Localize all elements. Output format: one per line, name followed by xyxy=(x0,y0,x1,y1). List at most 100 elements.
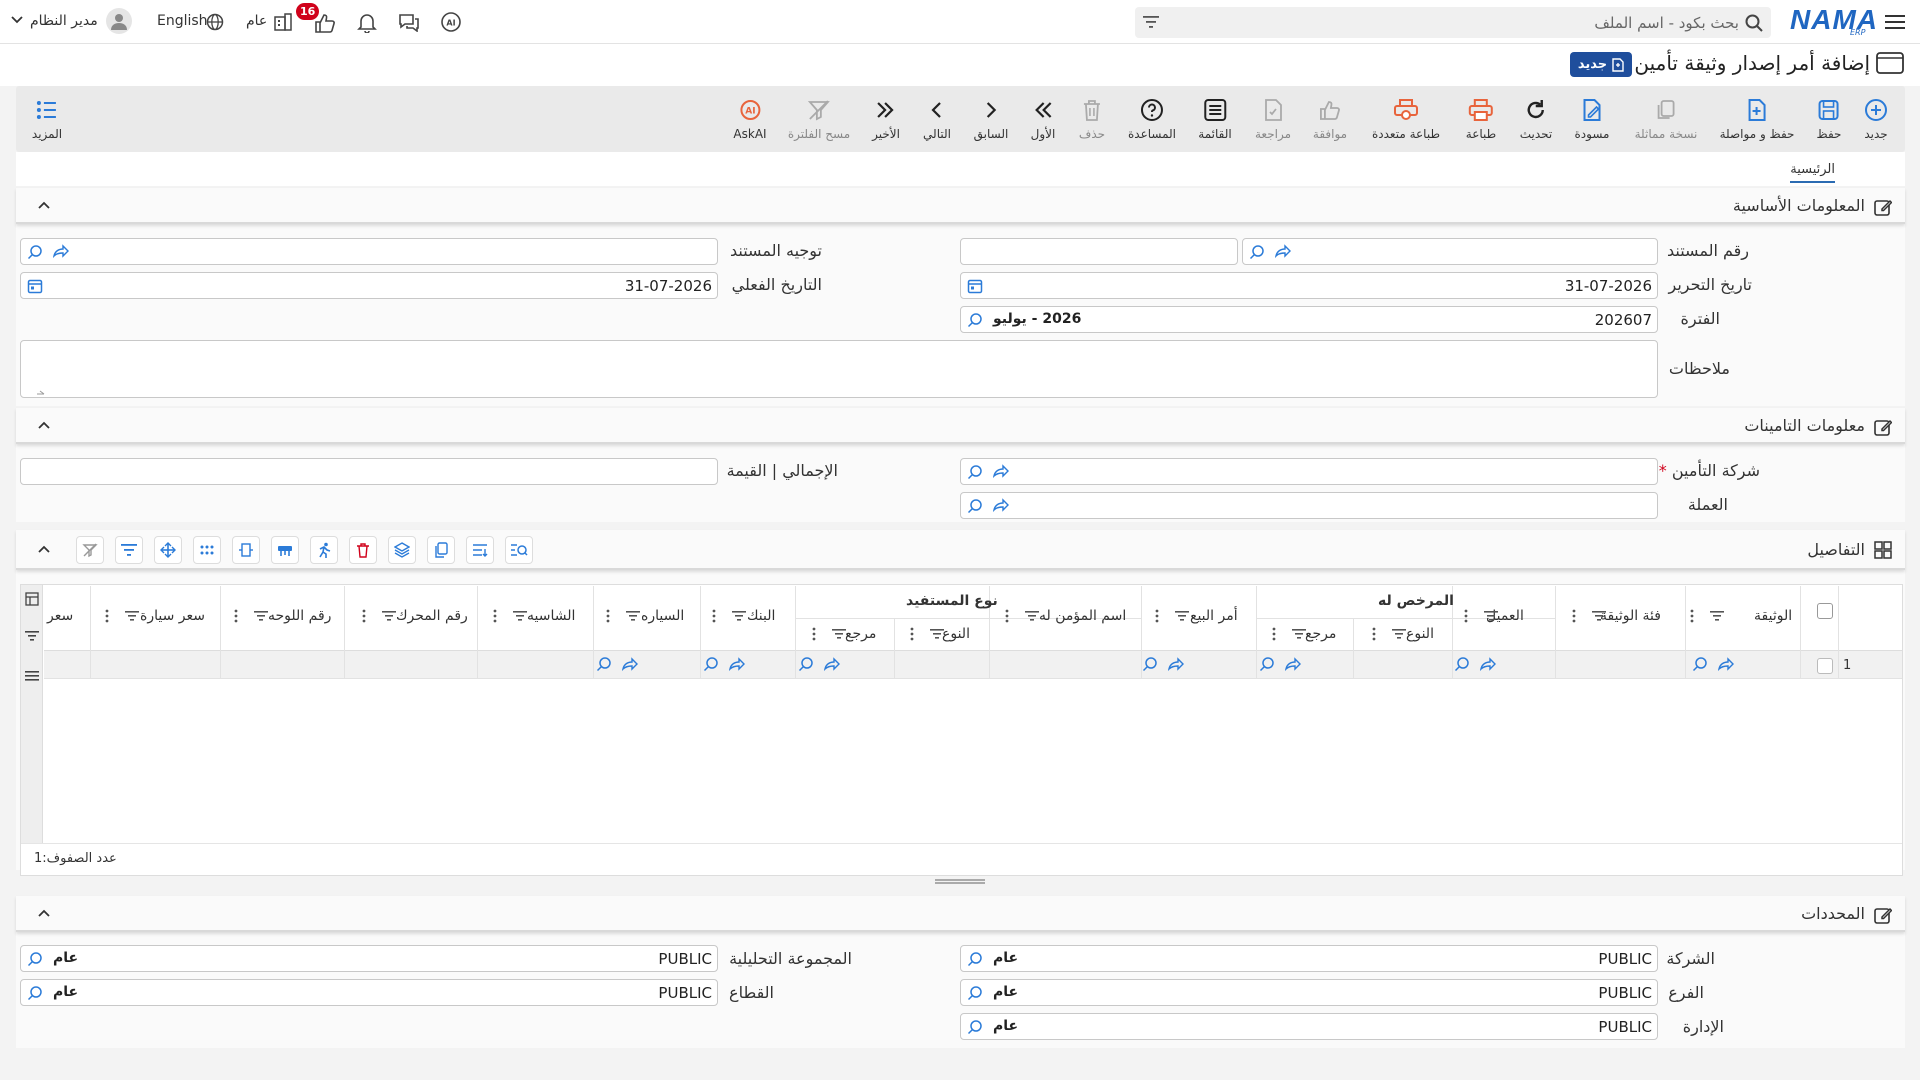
period-field[interactable]: 202607 2026 - يوليو xyxy=(960,306,1658,333)
department-field[interactable]: PUBLIC عام xyxy=(960,1013,1658,1040)
column-filter-icon[interactable] xyxy=(382,610,396,622)
col-header-policy-class[interactable]: فئة الوثيقة xyxy=(1600,608,1661,624)
chevron-down-icon[interactable] xyxy=(11,16,23,24)
sector-field[interactable]: PUBLIC عام xyxy=(20,979,718,1006)
column-filter-icon[interactable] xyxy=(1292,628,1306,640)
lookup-icon[interactable] xyxy=(27,985,43,1001)
refresh-button[interactable]: تحديث xyxy=(1520,86,1552,152)
ai-assistant-icon[interactable]: AI xyxy=(438,10,464,34)
column-menu-icon[interactable] xyxy=(1005,609,1009,623)
open-link-icon[interactable] xyxy=(729,657,745,671)
open-link-icon[interactable] xyxy=(53,244,69,258)
company-field[interactable]: PUBLIC عام xyxy=(960,945,1658,972)
column-menu-icon[interactable] xyxy=(1272,627,1276,641)
review-button[interactable]: مراجعة xyxy=(1255,86,1291,152)
duplicate-button[interactable]: نسخة مماثلة xyxy=(1635,86,1697,152)
search-rows-tool[interactable] xyxy=(505,536,533,564)
previous-button[interactable]: السابق xyxy=(974,86,1008,152)
column-filter-icon[interactable] xyxy=(832,628,846,640)
column-menu-icon[interactable] xyxy=(362,609,366,623)
column-menu-icon[interactable] xyxy=(1690,609,1694,623)
col-header-licensee-type[interactable]: النوع xyxy=(1406,626,1434,642)
print-button[interactable]: طباعة xyxy=(1466,86,1496,152)
chat-icon[interactable] xyxy=(396,10,422,34)
layers-tool[interactable] xyxy=(388,536,416,564)
col-header-sales-order[interactable]: أمر البيع xyxy=(1190,608,1238,624)
lookup-icon[interactable] xyxy=(967,951,983,967)
open-link-icon[interactable] xyxy=(1285,657,1301,671)
col-header-plate-number[interactable]: رقم اللوحه xyxy=(268,608,331,624)
dots-grid-tool[interactable] xyxy=(193,536,221,564)
open-link-icon[interactable] xyxy=(1480,657,1496,671)
column-filter-icon[interactable] xyxy=(1392,628,1406,640)
lookup-icon[interactable] xyxy=(967,498,983,514)
lookup-icon[interactable] xyxy=(1454,656,1470,672)
col-header-chassis[interactable]: الشاسيه xyxy=(527,608,575,624)
col-header-car[interactable]: السياره xyxy=(641,608,684,624)
column-filter-icon[interactable] xyxy=(930,628,944,640)
doc-number-field[interactable] xyxy=(1242,238,1658,265)
lookup-icon[interactable] xyxy=(1259,656,1275,672)
open-link-icon[interactable] xyxy=(1275,244,1291,258)
column-menu-icon[interactable] xyxy=(910,627,914,641)
column-menu-icon[interactable] xyxy=(1464,609,1468,623)
total-value-field[interactable] xyxy=(20,458,718,485)
user-menu[interactable]: مدير النظام xyxy=(30,13,98,29)
new-button[interactable]: جديد xyxy=(1864,86,1888,152)
column-chooser-icon[interactable] xyxy=(25,592,39,606)
list-button[interactable]: القائمة xyxy=(1198,86,1232,152)
column-filter-icon[interactable] xyxy=(732,610,746,622)
column-menu-icon[interactable] xyxy=(606,609,610,623)
col-header-bank[interactable]: البنك xyxy=(747,608,775,624)
doc-number-secondary-field[interactable] xyxy=(960,238,1238,265)
last-button[interactable]: الأخير xyxy=(872,86,900,152)
insurance-company-field[interactable] xyxy=(960,458,1658,485)
fit-columns-tool[interactable] xyxy=(232,536,260,564)
more-button[interactable]: المزيد xyxy=(32,86,62,152)
bell-icon[interactable] xyxy=(354,10,380,34)
col-header-insured-name[interactable]: اسم المؤمن له xyxy=(1039,608,1126,624)
filter-icon[interactable] xyxy=(1143,15,1159,29)
notes-textarea[interactable] xyxy=(20,340,1658,398)
delete-button[interactable]: حذف xyxy=(1079,86,1105,152)
lookup-icon[interactable] xyxy=(27,244,43,260)
column-filter-icon[interactable] xyxy=(1592,610,1606,622)
move-tool[interactable] xyxy=(154,536,182,564)
column-menu-icon[interactable] xyxy=(712,609,716,623)
resize-handle-icon[interactable] xyxy=(37,387,45,395)
next-button[interactable]: التالي xyxy=(923,86,951,152)
chevron-up-icon[interactable] xyxy=(38,545,50,553)
lookup-icon[interactable] xyxy=(967,1019,983,1035)
column-filter-icon[interactable] xyxy=(1710,610,1724,622)
currency-field[interactable] xyxy=(960,492,1658,519)
save-continue-button[interactable]: حفظ و مواصلة xyxy=(1720,86,1794,152)
lookup-icon[interactable] xyxy=(967,312,983,328)
open-link-icon[interactable] xyxy=(993,464,1009,478)
open-link-icon[interactable] xyxy=(1718,657,1734,671)
column-filter-icon[interactable] xyxy=(125,610,139,622)
calendar-icon[interactable] xyxy=(967,278,983,294)
resize-handle-icon[interactable] xyxy=(935,879,985,884)
analytic-group-field[interactable]: PUBLIC عام xyxy=(20,945,718,972)
col-header-beneficiary-type[interactable]: النوع xyxy=(942,626,970,642)
doc-direction-field[interactable] xyxy=(20,238,718,265)
open-link-icon[interactable] xyxy=(1168,657,1184,671)
open-link-icon[interactable] xyxy=(622,657,638,671)
avatar[interactable] xyxy=(106,8,132,34)
row-checkbox[interactable] xyxy=(1817,658,1833,674)
details-header[interactable]: التفاصيل xyxy=(16,530,1905,570)
language-switch[interactable]: English xyxy=(157,13,208,29)
col-header-price[interactable]: سعر xyxy=(47,608,73,624)
col-header-licensee-ref[interactable]: مرجع xyxy=(1305,626,1336,642)
askai-button[interactable]: AI AskAI xyxy=(733,86,767,152)
actual-date-field[interactable]: 31-07-2026 xyxy=(20,272,718,299)
table-row[interactable] xyxy=(44,651,1902,679)
lookup-icon[interactable] xyxy=(1692,656,1708,672)
copy-tool[interactable] xyxy=(427,536,455,564)
draft-button[interactable]: مسودة xyxy=(1575,86,1609,152)
column-filter-icon[interactable] xyxy=(254,610,268,622)
column-filter-icon[interactable] xyxy=(626,610,640,622)
column-menu-icon[interactable] xyxy=(105,609,109,623)
column-menu-icon[interactable] xyxy=(1155,609,1159,623)
scope-label[interactable]: عام xyxy=(246,13,267,29)
